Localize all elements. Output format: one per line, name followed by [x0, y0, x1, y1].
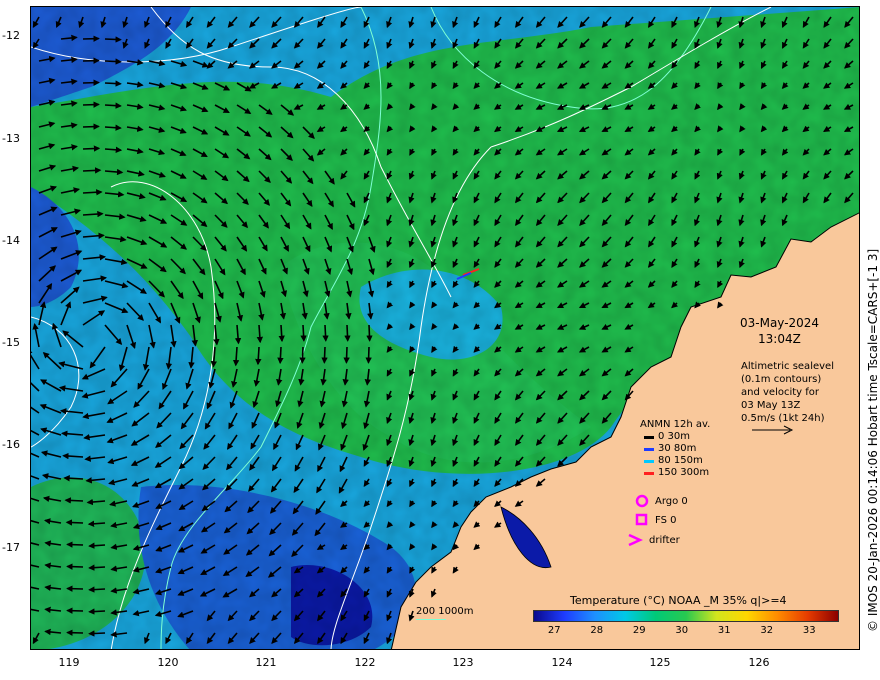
- fs-label: FS 0: [655, 514, 677, 526]
- contour-key: 200 1000m: [416, 606, 473, 620]
- velocity-arrow: [82, 167, 102, 174]
- velocity-arrow: [65, 519, 84, 526]
- velocity-arrow: [104, 80, 122, 87]
- velocity-arrow: [104, 124, 122, 131]
- velocity-arrow: [278, 324, 285, 343]
- velocity-arrow: [88, 564, 106, 571]
- colorbar-tick-label: 32: [760, 625, 774, 636]
- velocity-arrow: [343, 346, 350, 364]
- velocity-arrow: [88, 542, 106, 549]
- depth-swatch: [644, 435, 654, 439]
- depth-swatch: [644, 471, 654, 475]
- lon-tick-label: 119: [58, 656, 80, 669]
- description-line: and velocity for: [741, 387, 820, 398]
- colorbar-tick-label: 33: [802, 625, 816, 636]
- velocity-arrow: [64, 497, 84, 504]
- drifter-chevron-icon: [628, 533, 643, 547]
- credit-text: © IMOS 20-Jan-2026 00:14:06 Hobart time …: [866, 248, 880, 632]
- scale-arrow-icon: [752, 425, 794, 435]
- lon-tick-label: 124: [551, 656, 573, 669]
- depth-label: 150 300m: [658, 467, 710, 478]
- lon-tick-label: 122: [354, 656, 376, 669]
- depth-legend: ANMN 12h av. 0 30m 30 80m 80 150m 150 30…: [640, 419, 710, 479]
- argo-label: Argo 0: [655, 495, 688, 507]
- sst-map: [31, 7, 859, 649]
- lat-tick-label: -16: [2, 438, 20, 451]
- depth-legend-row: 0 30m: [640, 431, 710, 443]
- velocity-arrow: [277, 346, 284, 365]
- velocity-arrow: [82, 101, 100, 108]
- velocity-arrow: [322, 324, 329, 342]
- depth-swatch: [644, 459, 654, 463]
- depth-label: 80 150m: [658, 455, 703, 466]
- velocity-arrow: [66, 541, 84, 548]
- velocity-arrow: [104, 102, 122, 109]
- velocity-arrow: [299, 346, 306, 364]
- description-line: Altimetric sealevel: [741, 361, 834, 372]
- velocity-arrow: [66, 563, 84, 570]
- velocity-arrow: [300, 324, 307, 342]
- argo-circle-icon: [635, 494, 649, 508]
- depth-legend-title: ANMN 12h av.: [640, 419, 711, 430]
- velocity-arrow: [255, 346, 262, 366]
- velocity-arrow: [365, 346, 372, 364]
- velocity-arrow: [104, 36, 122, 43]
- velocity-arrow: [366, 324, 373, 342]
- fs-square-icon: [635, 513, 648, 526]
- colorbar-title: Temperature (°C) NOAA _M 35% q|>=4: [570, 594, 787, 607]
- date-label: 03-May-2024: [740, 316, 820, 330]
- velocity-arrow: [88, 630, 106, 637]
- drifter-legend: drifter: [627, 533, 680, 547]
- colorbar-tick-label: 29: [632, 625, 646, 636]
- velocity-arrow: [344, 324, 351, 342]
- description-line: 03 May 13Z: [741, 400, 801, 411]
- velocity-arrow: [104, 58, 122, 65]
- contour-key-line: [416, 619, 446, 620]
- velocity-arrow: [82, 145, 101, 152]
- lon-tick-label: 121: [255, 656, 277, 669]
- temperature-colorbar: [533, 610, 839, 622]
- depth-legend-row: 150 300m: [640, 467, 710, 479]
- fs-legend: FS 0: [635, 513, 676, 527]
- colorbar-tick-label: 28: [590, 625, 604, 636]
- lat-tick-label: -14: [2, 234, 20, 247]
- lat-tick-label: -12: [2, 29, 20, 42]
- depth-legend-row: 30 80m: [640, 443, 710, 455]
- lat-tick-label: -17: [2, 541, 20, 554]
- colorbar-tick-label: 27: [547, 625, 561, 636]
- depth-legend-row: 80 150m: [640, 455, 710, 467]
- lat-tick-label: -15: [2, 336, 20, 349]
- map-panel: [30, 6, 860, 650]
- depth-label: 0 30m: [658, 431, 691, 442]
- depth-label: 30 80m: [658, 443, 697, 454]
- contour-key-label: 200 1000m: [416, 606, 474, 617]
- velocity-arrow: [82, 123, 100, 130]
- lon-tick-label: 126: [748, 656, 770, 669]
- description-line: (0.1m contours): [741, 374, 822, 385]
- depth-swatch: [644, 447, 654, 451]
- velocity-arrow: [88, 586, 106, 593]
- time-label: 13:04Z: [758, 332, 801, 346]
- colorbar-tick-label: 31: [717, 625, 731, 636]
- drifter-label: drifter: [649, 534, 680, 546]
- velocity-arrow: [63, 475, 84, 482]
- lon-tick-label: 123: [452, 656, 474, 669]
- lon-tick-label: 120: [157, 656, 179, 669]
- lat-tick-label: -13: [2, 132, 20, 145]
- argo-legend: Argo 0: [635, 494, 688, 508]
- lon-tick-label: 125: [649, 656, 671, 669]
- velocity-arrow: [82, 189, 103, 196]
- velocity-arrow: [88, 608, 106, 615]
- colorbar-tick-label: 30: [675, 625, 689, 636]
- velocity-description: Altimetric sealevel (0.1m contours) and …: [741, 360, 834, 425]
- velocity-arrow: [321, 346, 328, 364]
